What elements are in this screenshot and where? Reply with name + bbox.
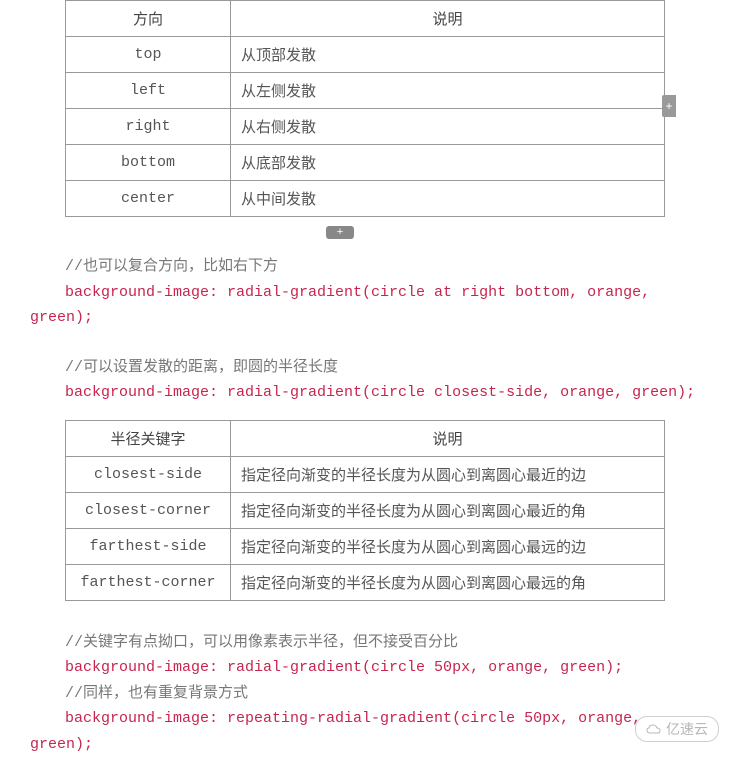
description-cell: 指定径向渐变的半径长度为从圆心到离圆心最近的角 <box>231 492 665 528</box>
code-line: background-image: radial-gradient(circle… <box>65 655 709 681</box>
plus-icon: + <box>326 226 354 239</box>
table-row: top 从顶部发散 <box>66 37 665 73</box>
code-line: background-image: radial-gradient(circle… <box>30 280 709 331</box>
keyword-cell: closest-side <box>66 456 231 492</box>
direction-cell: center <box>66 181 231 217</box>
table-header-description: 说明 <box>231 1 665 37</box>
description-cell: 从中间发散 <box>231 181 665 217</box>
code-comment: //也可以复合方向，比如右下方 <box>65 254 709 280</box>
keyword-cell: farthest-side <box>66 528 231 564</box>
direction-cell: right <box>66 109 231 145</box>
table-row: farthest-side 指定径向渐变的半径长度为从圆心到离圆心最远的边 <box>66 528 665 564</box>
radius-keyword-table: 半径关键字 说明 closest-side 指定径向渐变的半径长度为从圆心到离圆… <box>65 420 665 601</box>
table-row: center 从中间发散 <box>66 181 665 217</box>
direction-cell: top <box>66 37 231 73</box>
table-row: right 从右侧发散 <box>66 109 665 145</box>
table-header-description: 说明 <box>231 420 665 456</box>
direction-cell: bottom <box>66 145 231 181</box>
description-cell: 指定径向渐变的半径长度为从圆心到离圆心最近的边 <box>231 456 665 492</box>
code-comment: //可以设置发散的距离，即圆的半径长度 <box>65 355 709 381</box>
code-line: background-image: repeating-radial-gradi… <box>30 706 709 757</box>
table-header-keyword: 半径关键字 <box>66 420 231 456</box>
sidebar-expand-icon[interactable]: + <box>662 95 676 117</box>
code-comment: //关键字有点拗口，可以用像素表示半径，但不接受百分比 <box>65 630 709 656</box>
watermark-text: 亿速云 <box>666 721 708 737</box>
table-add-row-control[interactable]: + <box>310 222 370 239</box>
watermark-badge: 亿速云 <box>635 716 719 742</box>
description-cell: 从右侧发散 <box>231 109 665 145</box>
table-row: closest-corner 指定径向渐变的半径长度为从圆心到离圆心最近的角 <box>66 492 665 528</box>
table-header-row: 半径关键字 说明 <box>66 420 665 456</box>
keyword-cell: closest-corner <box>66 492 231 528</box>
description-cell: 指定径向渐变的半径长度为从圆心到离圆心最远的边 <box>231 528 665 564</box>
cloud-icon <box>646 724 662 736</box>
table-row: bottom 从底部发散 <box>66 145 665 181</box>
table-row: closest-side 指定径向渐变的半径长度为从圆心到离圆心最近的边 <box>66 456 665 492</box>
description-cell: 指定径向渐变的半径长度为从圆心到离圆心最远的角 <box>231 564 665 600</box>
code-comment: //同样，也有重复背景方式 <box>65 681 709 707</box>
description-cell: 从左侧发散 <box>231 73 665 109</box>
table-header-direction: 方向 <box>66 1 231 37</box>
table-row: left 从左侧发散 <box>66 73 665 109</box>
table-header-row: 方向 说明 <box>66 1 665 37</box>
code-line: background-image: radial-gradient(circle… <box>65 380 709 406</box>
description-cell: 从底部发散 <box>231 145 665 181</box>
description-cell: 从顶部发散 <box>231 37 665 73</box>
direction-table: 方向 说明 top 从顶部发散 left 从左侧发散 right 从右侧发散 b… <box>65 0 665 217</box>
table-row: farthest-corner 指定径向渐变的半径长度为从圆心到离圆心最远的角 <box>66 564 665 600</box>
keyword-cell: farthest-corner <box>66 564 231 600</box>
direction-cell: left <box>66 73 231 109</box>
